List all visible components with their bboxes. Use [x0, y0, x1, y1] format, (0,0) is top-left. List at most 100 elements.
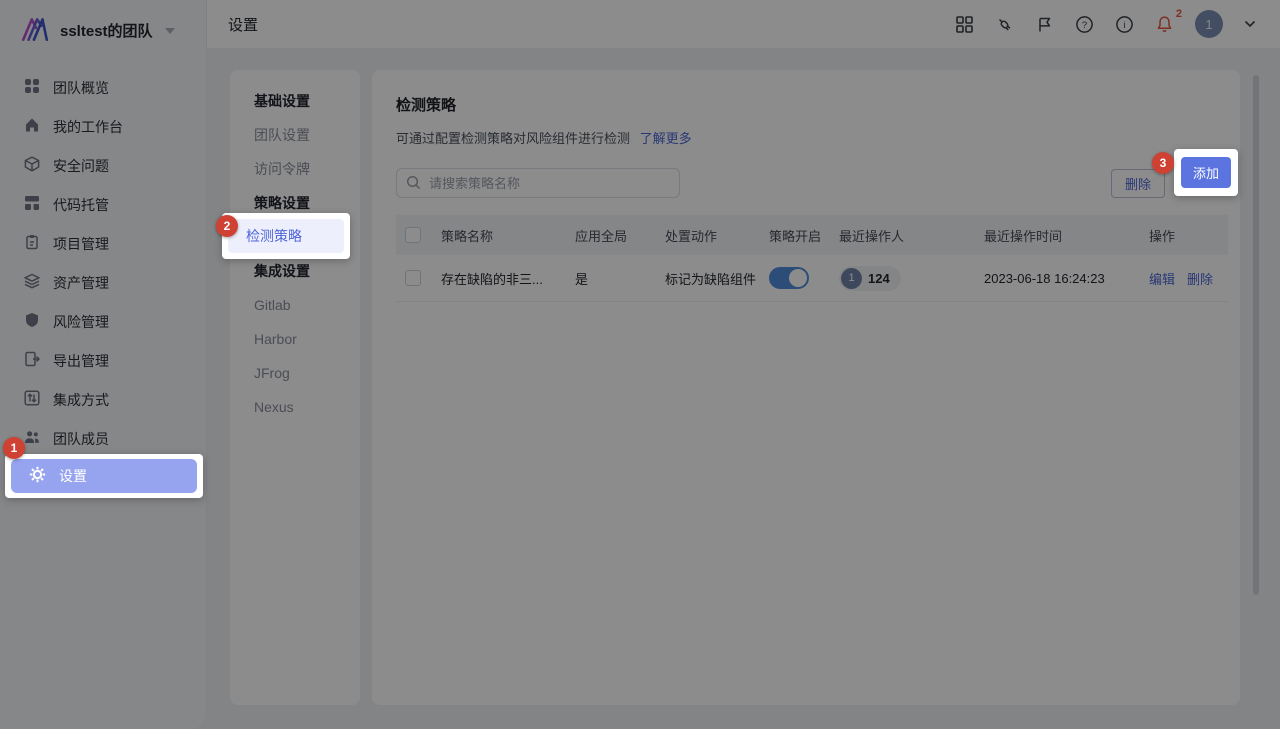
- policy-name: 存在缺陷的非三...: [441, 269, 575, 288]
- flag-icon[interactable]: [1035, 15, 1054, 34]
- svg-text:i: i: [1123, 20, 1125, 31]
- layout-grid-icon: [24, 195, 40, 214]
- settings-nav-item-team[interactable]: 团队设置: [230, 118, 360, 152]
- search-input[interactable]: [396, 168, 680, 198]
- col-policy-name: 策略名称: [441, 226, 575, 245]
- plugin-icon[interactable]: [995, 15, 1014, 34]
- help-icon[interactable]: ?: [1075, 15, 1094, 34]
- col-time: 最近操作时间: [984, 226, 1149, 245]
- highlight-box-detect-policy: 检测策略: [222, 213, 350, 259]
- policy-table: 策略名称 应用全局 处置动作 策略开启 最近操作人 最近操作时间 操作 存在缺陷…: [396, 215, 1228, 302]
- sidebar-item-code-hosting[interactable]: 代码托管: [0, 185, 206, 224]
- sidebar-item-label: 风险管理: [53, 312, 109, 332]
- sidebar-item-team-members[interactable]: 团队成员: [0, 419, 206, 458]
- overview-grid-icon: [24, 78, 40, 97]
- settings-nav-item-gitlab[interactable]: Gitlab: [230, 288, 360, 322]
- team-name: ssltest的团队: [60, 20, 153, 41]
- users-icon: [24, 429, 40, 448]
- tour-step-3-badge: 3: [1152, 152, 1174, 174]
- sidebar-item-settings[interactable]: 设置: [11, 459, 197, 493]
- settings-nav-group-basic: 基础设置: [230, 84, 360, 118]
- sidebar-item-integration[interactable]: 集成方式: [0, 380, 206, 419]
- delete-link[interactable]: 删除: [1187, 269, 1213, 288]
- topbar: 设置 ? i 2 1: [207, 0, 1280, 48]
- operator-id: 124: [868, 271, 890, 286]
- table-row: 存在缺陷的非三... 是 标记为缺陷组件 1 124 2023-06-18 16…: [396, 255, 1228, 302]
- sidebar-item-project-mgmt[interactable]: 项目管理: [0, 224, 206, 263]
- sidebar-item-label: 设置: [59, 466, 87, 486]
- col-enabled: 策略开启: [769, 226, 839, 245]
- settings-nav-item-harbor[interactable]: Harbor: [230, 322, 360, 356]
- sidebar-item-team-overview[interactable]: 团队概览: [0, 68, 206, 107]
- page-title: 设置: [228, 14, 258, 35]
- sidebar-item-label: 项目管理: [53, 234, 109, 254]
- learn-more-link[interactable]: 了解更多: [640, 131, 692, 146]
- app-logo-icon: [20, 15, 50, 46]
- arrows-updown-icon: [24, 390, 40, 409]
- sidebar-nav: 团队概览 我的工作台 安全问题 代码托管 项目管理 资产管理 风险管理 导出管: [0, 54, 206, 458]
- section-title: 检测策略: [396, 94, 1228, 115]
- apply-global-value: 是: [575, 269, 665, 288]
- table-header: 策略名称 应用全局 处置动作 策略开启 最近操作人 最近操作时间 操作: [396, 215, 1228, 255]
- settings-nav-item-token[interactable]: 访问令牌: [230, 152, 360, 186]
- sidebar-item-label: 集成方式: [53, 390, 109, 410]
- toggle-knob: [789, 269, 807, 287]
- row-checkbox[interactable]: [405, 270, 421, 286]
- sidebar-item-risk-mgmt[interactable]: 风险管理: [0, 302, 206, 341]
- settings-nav-group-integration: 集成设置: [230, 254, 360, 288]
- operation-time: 2023-06-18 16:24:23: [984, 271, 1149, 286]
- home-icon: [24, 117, 40, 136]
- sidebar-item-export-mgmt[interactable]: 导出管理: [0, 341, 206, 380]
- add-button[interactable]: 添加: [1181, 157, 1231, 188]
- chevron-down-icon: [165, 28, 175, 34]
- shield-icon: [24, 312, 40, 331]
- layers-icon: [24, 273, 40, 292]
- sidebar-item-label: 代码托管: [53, 195, 109, 215]
- operator-avatar: 1: [841, 268, 862, 289]
- col-action: 处置动作: [665, 226, 769, 245]
- sidebar-item-security-issues[interactable]: 安全问题: [0, 146, 206, 185]
- sidebar-item-label: 我的工作台: [53, 117, 123, 137]
- toolbar: 删除: [396, 168, 1228, 198]
- clipboard-icon: [24, 234, 40, 253]
- highlight-box-settings: 设置: [5, 454, 203, 498]
- apps-grid-icon[interactable]: [955, 15, 974, 34]
- tour-step-1-badge: 1: [3, 437, 25, 459]
- search-icon: [406, 175, 421, 193]
- highlight-box-add: 添加: [1174, 149, 1238, 196]
- user-avatar[interactable]: 1: [1195, 10, 1223, 38]
- gear-icon: [29, 466, 46, 486]
- file-export-icon: [24, 351, 40, 370]
- edit-link[interactable]: 编辑: [1149, 269, 1175, 288]
- description-text: 可通过配置检测策略对风险组件进行检测: [396, 131, 630, 146]
- delete-button[interactable]: 删除: [1111, 169, 1165, 198]
- notification-bell-icon[interactable]: 2: [1155, 15, 1174, 34]
- action-value: 标记为缺陷组件: [665, 269, 769, 288]
- sidebar-item-workbench[interactable]: 我的工作台: [0, 107, 206, 146]
- cube-icon: [24, 156, 40, 175]
- sidebar-item-label: 团队概览: [53, 78, 109, 98]
- search-box: [396, 168, 680, 198]
- settings-nav-item-jfrog[interactable]: JFrog: [230, 356, 360, 390]
- notification-count: 2: [1176, 8, 1182, 20]
- sidebar-item-label: 安全问题: [53, 156, 109, 176]
- tour-step-2-badge: 2: [216, 215, 238, 237]
- col-ops: 操作: [1149, 226, 1228, 245]
- vertical-scrollbar[interactable]: [1253, 75, 1259, 595]
- team-switcher[interactable]: ssltest的团队: [0, 0, 206, 54]
- settings-nav-item-nexus[interactable]: Nexus: [230, 390, 360, 424]
- main-content: 检测策略 可通过配置检测策略对风险组件进行检测 了解更多 删除 策略名称 应用全…: [372, 70, 1240, 705]
- section-description: 可通过配置检测策略对风险组件进行检测 了解更多: [396, 128, 1228, 147]
- policy-toggle[interactable]: [769, 267, 809, 289]
- col-apply-global: 应用全局: [575, 226, 665, 245]
- select-all-checkbox[interactable]: [405, 227, 421, 243]
- sidebar-item-asset-mgmt[interactable]: 资产管理: [0, 263, 206, 302]
- chevron-down-icon[interactable]: [1244, 20, 1256, 28]
- settings-nav-item-detect-policy[interactable]: 检测策略: [228, 219, 344, 253]
- sidebar-item-label: 导出管理: [53, 351, 109, 371]
- svg-text:?: ?: [1082, 20, 1087, 31]
- col-operator: 最近操作人: [839, 226, 984, 245]
- operator-chip: 1 124: [839, 266, 901, 291]
- settings-nav: 基础设置 团队设置 访问令牌 策略设置 检测策略 集成设置 Gitlab Har…: [230, 70, 360, 705]
- info-icon[interactable]: i: [1115, 15, 1134, 34]
